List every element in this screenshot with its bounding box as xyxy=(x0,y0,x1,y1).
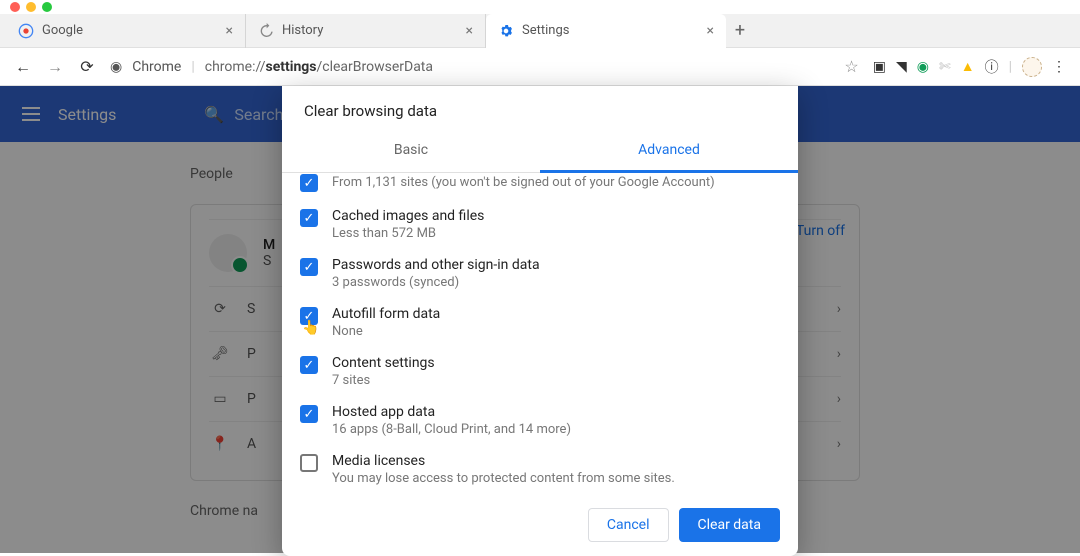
reload-button[interactable]: ⟳ xyxy=(78,57,96,76)
tab-strip: Google × History × Settings × + xyxy=(0,14,1080,48)
option-title: Cached images and files xyxy=(332,208,484,224)
forward-button[interactable]: → xyxy=(46,57,64,77)
gear-icon xyxy=(498,23,514,39)
close-icon[interactable]: × xyxy=(226,23,233,39)
cursor-icon: 👆 xyxy=(302,320,319,336)
close-icon[interactable]: × xyxy=(707,23,714,39)
option-hosted: ✓ Hosted app data 16 apps (8-Ball, Cloud P… xyxy=(292,396,788,445)
option-title: Autofill form data xyxy=(332,306,440,322)
mac-window-controls xyxy=(0,0,1080,14)
browser-menu-icon[interactable]: ⋮ xyxy=(1052,59,1066,75)
mac-minimize-button[interactable] xyxy=(26,2,36,12)
checkbox-cookies[interactable]: ✓ xyxy=(300,174,318,192)
tab-label: Settings xyxy=(522,23,569,38)
cast-icon[interactable]: ▣ xyxy=(873,59,886,75)
cancel-button[interactable]: Cancel xyxy=(588,508,669,542)
mac-zoom-button[interactable] xyxy=(42,2,52,12)
tab-google[interactable]: Google × xyxy=(6,14,246,48)
bookmark-star-icon[interactable]: ☆ xyxy=(844,57,858,76)
tab-advanced[interactable]: Advanced xyxy=(540,130,798,173)
checkbox-content[interactable]: ✓ xyxy=(300,356,318,374)
clear-data-button[interactable]: Clear data xyxy=(679,508,780,542)
google-favicon-icon xyxy=(18,23,34,39)
tab-basic[interactable]: Basic xyxy=(282,130,540,172)
omnibox-origin: Chrome xyxy=(132,59,181,75)
option-content: ✓ Content settings 7 sites xyxy=(292,347,788,396)
new-tab-button[interactable]: + xyxy=(726,20,754,41)
option-cache: ✓ Cached images and files Less than 572 MB xyxy=(292,200,788,249)
dialog-body: ✓Cookies and other site dataFrom 1,131 s… xyxy=(282,173,798,498)
option-subtitle: You may lose access to protected content… xyxy=(332,471,675,486)
option-passwords: ✓ Passwords and other sign-in data 3 passw… xyxy=(292,249,788,298)
option-title: Passwords and other sign-in data xyxy=(332,257,540,273)
option-subtitle: Less than 572 MB xyxy=(332,226,484,241)
dialog-actions: Cancel Clear data xyxy=(282,498,798,556)
clear-browsing-data-dialog: Clear browsing data Basic Advanced ✓Cook… xyxy=(282,86,798,556)
dialog-tabs: Basic Advanced xyxy=(282,130,798,173)
dialog-title: Clear browsing data xyxy=(282,86,798,130)
toolbar: ← → ⟳ ◉ Chrome | chrome://settings/clear… xyxy=(0,48,1080,86)
option-cookies: ✓Cookies and other site dataFrom 1,131 s… xyxy=(292,173,788,200)
extension-icon[interactable]: ◥ xyxy=(896,59,907,75)
history-icon xyxy=(258,23,274,39)
extension-icon[interactable]: ✄ xyxy=(939,59,951,75)
option-title: Media licenses xyxy=(332,453,675,469)
omnibox-url: chrome://settings/clearBrowserData xyxy=(205,59,433,75)
close-icon[interactable]: × xyxy=(466,23,473,39)
tab-history[interactable]: History × xyxy=(246,14,486,48)
checkbox-media[interactable] xyxy=(300,454,318,472)
tab-label: Google xyxy=(42,23,83,38)
option-title: Content settings xyxy=(332,355,435,371)
extension-icons: ▣ ◥ ◉ ✄ ▲ ⓘ | ⋮ xyxy=(873,57,1066,77)
extension-icon[interactable]: ⓘ xyxy=(985,57,999,77)
option-subtitle: 3 passwords (synced) xyxy=(332,275,540,290)
back-button[interactable]: ← xyxy=(14,57,32,77)
option-title: Hosted app data xyxy=(332,404,571,420)
option-subtitle: 7 sites xyxy=(332,373,435,388)
checkbox-cache[interactable]: ✓ xyxy=(300,209,318,227)
mac-close-button[interactable] xyxy=(10,2,20,12)
chrome-icon: ◉ xyxy=(110,59,122,75)
option-autofill: ✓👆Autofill form dataNone xyxy=(292,298,788,347)
omnibox[interactable]: ◉ Chrome | chrome://settings/clearBrowse… xyxy=(110,59,830,75)
option-media: Media licenses You may lose access to pro… xyxy=(292,445,788,494)
tab-label: History xyxy=(282,23,323,38)
extension-icon[interactable]: ◉ xyxy=(917,59,929,75)
option-subtitle: From 1,131 sites (you won't be signed ou… xyxy=(332,175,715,190)
profile-avatar[interactable] xyxy=(1022,57,1042,77)
extension-icon[interactable]: ▲ xyxy=(961,58,975,75)
checkbox-hosted[interactable]: ✓ xyxy=(300,405,318,423)
option-subtitle: 16 apps (8-Ball, Cloud Print, and 14 mor… xyxy=(332,422,571,437)
checkbox-passwords[interactable]: ✓ xyxy=(300,258,318,276)
option-subtitle: None xyxy=(332,324,440,339)
tab-settings[interactable]: Settings × xyxy=(486,14,726,48)
